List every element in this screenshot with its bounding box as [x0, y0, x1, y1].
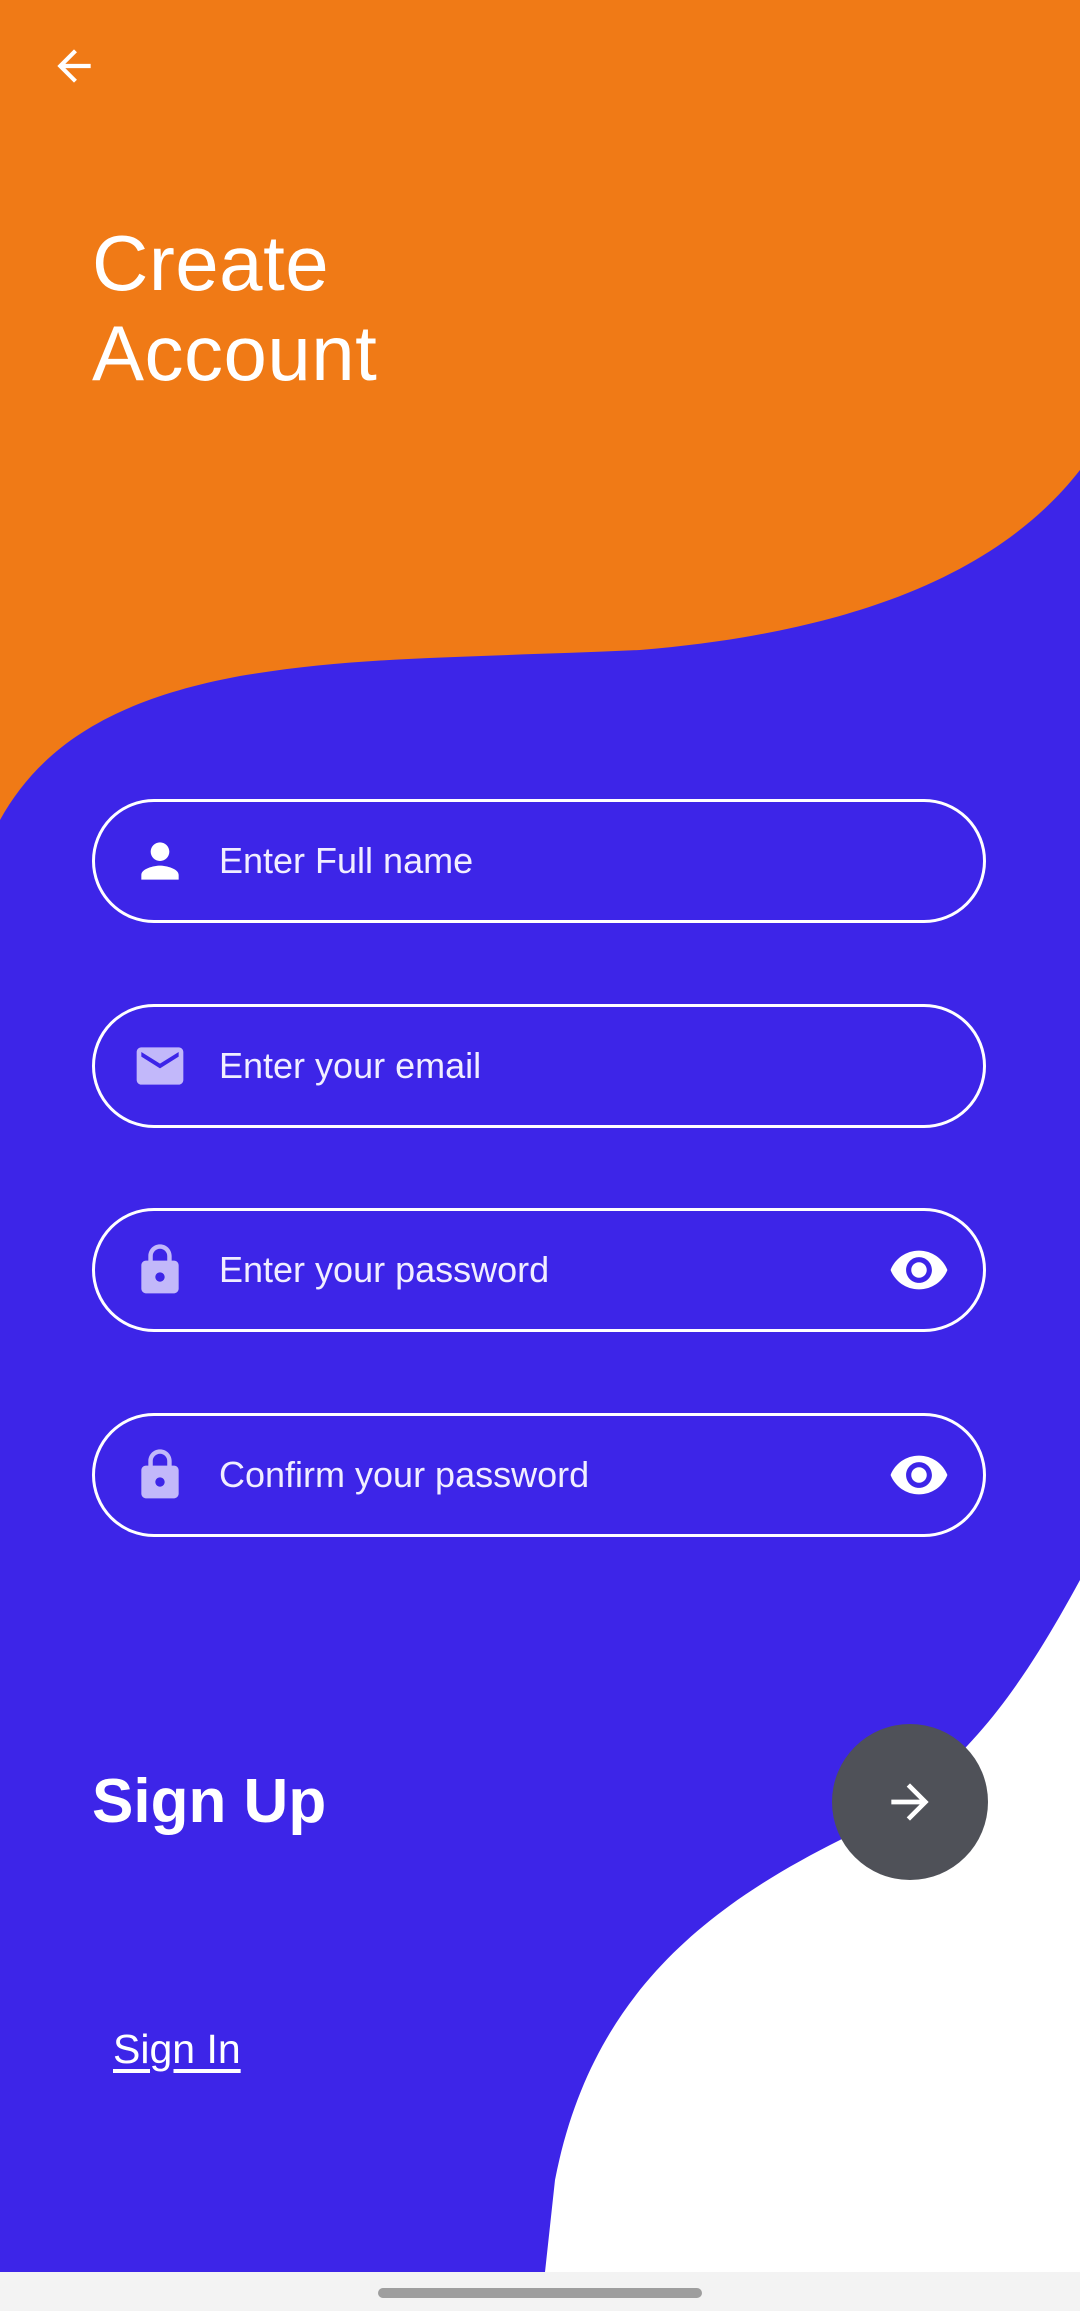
email-field[interactable] [92, 1004, 986, 1128]
eye-icon [890, 1250, 948, 1290]
full-name-field[interactable] [92, 799, 986, 923]
title-line-2: Account [92, 309, 378, 397]
lock-icon [131, 1241, 189, 1299]
signup-submit-button[interactable] [832, 1724, 988, 1880]
confirm-password-visibility-toggle[interactable] [883, 1439, 955, 1511]
password-field[interactable] [92, 1208, 986, 1332]
full-name-input[interactable] [219, 831, 779, 891]
arrow-forward-icon [891, 1783, 929, 1821]
eye-icon [890, 1455, 948, 1495]
page-title: Create Account [92, 218, 377, 398]
lock-icon [131, 1446, 189, 1504]
confirm-password-field[interactable] [92, 1413, 986, 1537]
sign-in-link[interactable]: Sign In [113, 2026, 241, 2073]
password-visibility-toggle[interactable] [883, 1234, 955, 1306]
person-icon [131, 832, 189, 890]
arrow-back-icon [57, 49, 91, 83]
title-line-1: Create [92, 219, 330, 307]
back-button[interactable] [42, 34, 106, 98]
password-input[interactable] [219, 1240, 779, 1300]
confirm-password-input[interactable] [219, 1445, 779, 1505]
envelope-icon [131, 1037, 189, 1095]
email-input[interactable] [219, 1036, 779, 1096]
signup-label: Sign Up [92, 1767, 327, 1836]
home-gesture-handle[interactable] [378, 2288, 702, 2298]
system-navigation-bar [0, 2272, 1080, 2311]
